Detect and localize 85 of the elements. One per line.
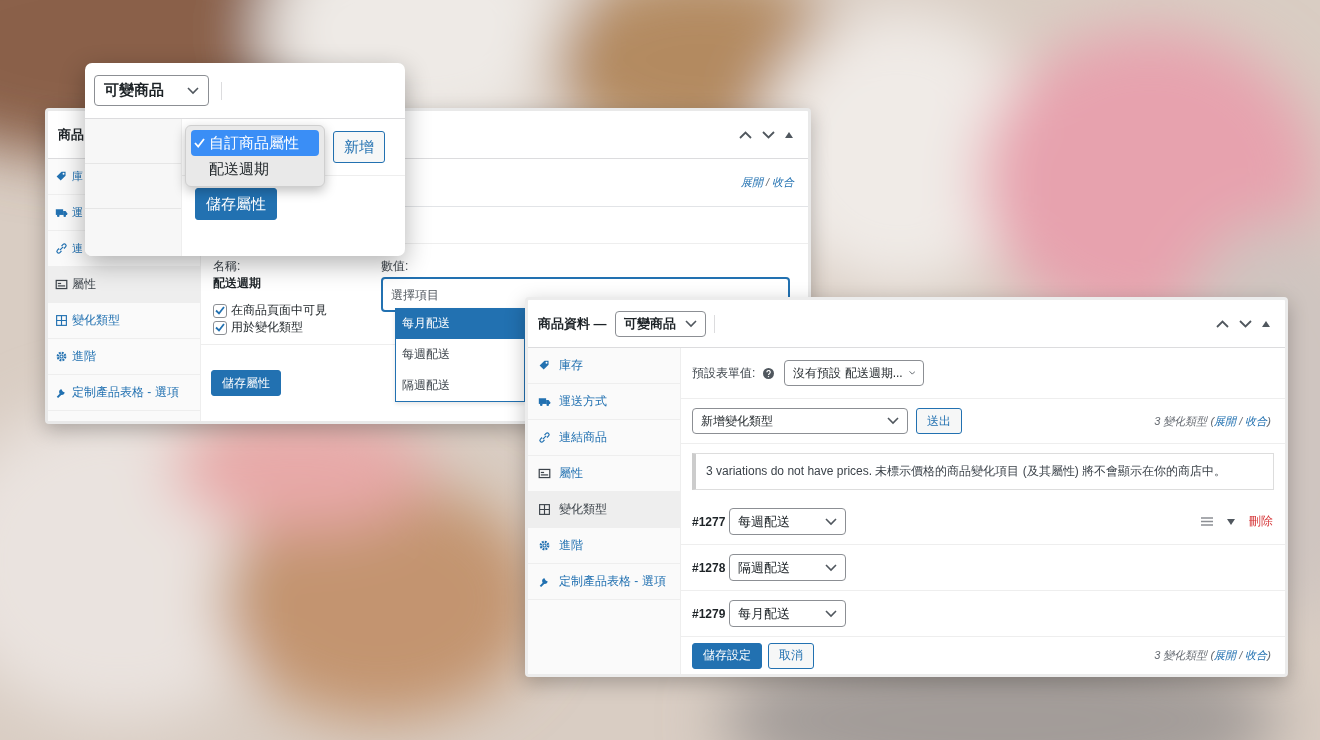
- chevron-down-icon: [762, 130, 775, 139]
- notice-message: 3 variations do not have prices. 未標示價格的商品變化項目 (及其屬性) 將不會顯示在你的商店中。: [692, 453, 1274, 490]
- variation-select[interactable]: 每月配送: [729, 600, 847, 627]
- list-card-icon: [538, 467, 551, 480]
- expand-collapse-text: 展開 / 收合: [740, 175, 794, 190]
- chevron-down-icon: [825, 517, 838, 526]
- gear-icon: [55, 350, 68, 363]
- sidebar-tab[interactable]: 定制產品表格 - 選項: [48, 375, 200, 411]
- default-value-select[interactable]: 沒有預設 配送週期...: [784, 360, 925, 386]
- sidebar-tab[interactable]: 進階: [48, 339, 200, 375]
- triangle-down-icon: [1227, 518, 1235, 525]
- triangle-up-icon: [1262, 320, 1270, 327]
- drag-handle-icon: [1201, 517, 1213, 526]
- move-down-button[interactable]: [759, 128, 778, 141]
- truck-icon: [538, 395, 551, 408]
- wrench-icon: [55, 386, 68, 399]
- submit-button[interactable]: 送出: [916, 408, 962, 434]
- collapse-link[interactable]: 收合: [772, 176, 794, 188]
- cancel-button[interactable]: 取消: [768, 642, 814, 669]
- expand-link[interactable]: 展開: [1214, 649, 1237, 661]
- chevron-down-icon: [825, 563, 838, 572]
- checkmark-icon: [194, 138, 205, 148]
- sidebar-tab[interactable]: 定制產品表格 - 選項: [528, 564, 680, 600]
- field-label: 數值:: [381, 258, 410, 275]
- list-card-icon: [55, 278, 68, 291]
- checkbox-label: 在商品頁面中可見: [231, 302, 327, 319]
- checkbox[interactable]: [213, 320, 227, 335]
- expand-link[interactable]: 展開: [1214, 414, 1237, 427]
- link-icon: [538, 431, 551, 444]
- tag-icon: [55, 170, 68, 183]
- product-type-select[interactable]: 可變商品: [94, 75, 209, 106]
- save-attributes-button[interactable]: 儲存屬性: [195, 188, 277, 220]
- dropdown-option[interactable]: 隔週配送: [396, 370, 524, 401]
- delete-link[interactable]: 刪除: [1249, 513, 1273, 530]
- tag-icon: [538, 359, 551, 372]
- chevron-up-icon: [739, 130, 752, 139]
- gear-icon: [538, 539, 551, 552]
- variation-count: 3 變化類型 (展開 / 收合): [1154, 648, 1271, 663]
- variation-id: #1278: [692, 560, 726, 575]
- sidebar-tab[interactable]: 屬性: [48, 267, 200, 303]
- chevron-down-icon: [187, 86, 199, 95]
- add-variation-select[interactable]: 新增變化類型: [692, 408, 908, 434]
- collapse-link[interactable]: 收合: [1245, 414, 1268, 427]
- chevron-down-icon: [825, 609, 838, 618]
- sidebar-tab[interactable]: 連結商品: [528, 420, 680, 456]
- sidebar-tab[interactable]: 變化類型: [48, 303, 200, 339]
- save-button[interactable]: 儲存設定: [692, 642, 762, 669]
- chevron-down-icon: [1239, 319, 1252, 328]
- product-type-select[interactable]: 可變商品: [614, 310, 706, 337]
- checkbox-label: 用於變化類型: [231, 319, 303, 336]
- truck-icon: [55, 206, 68, 219]
- variation-id: #1279: [692, 606, 726, 621]
- chevron-down-icon: [887, 417, 899, 425]
- triangle-up-icon: [785, 131, 793, 138]
- move-down-button[interactable]: [1236, 317, 1255, 330]
- collapse-link[interactable]: 收合: [1245, 649, 1268, 661]
- sidebar-tab[interactable]: 變化類型: [528, 492, 680, 528]
- variation-id: #1277: [692, 514, 726, 529]
- chevron-up-icon: [1216, 319, 1229, 328]
- variation-select[interactable]: 隔週配送: [729, 554, 847, 581]
- field-label: 預設表單值:: [692, 364, 756, 382]
- menu-option[interactable]: 配送週期: [191, 156, 319, 182]
- panel-title: 商品: [58, 125, 84, 144]
- variation-select[interactable]: 每週配送: [729, 508, 847, 535]
- dropdown-option[interactable]: 每月配送: [396, 308, 524, 339]
- attribute-name: 配送週期: [213, 275, 262, 292]
- field-label: 名稱:: [213, 258, 242, 275]
- link-icon: [55, 242, 68, 255]
- chevron-down-icon: [684, 319, 697, 328]
- panel-title: 商品資料 —: [538, 314, 607, 333]
- checkbox[interactable]: [213, 303, 227, 318]
- sidebar-tab[interactable]: 進階: [528, 528, 680, 564]
- wrench-icon: [538, 575, 551, 588]
- dropdown-option[interactable]: 每週配送: [396, 339, 524, 370]
- sidebar-tab[interactable]: 運送方式: [528, 384, 680, 420]
- chevron-down-icon: [908, 369, 916, 377]
- expand-link[interactable]: 展開: [740, 176, 763, 188]
- sidebar-tab[interactable]: 庫存: [528, 348, 680, 384]
- help-icon: [763, 367, 775, 379]
- grid-icon: [538, 503, 551, 516]
- menu-option[interactable]: 自訂商品屬性: [191, 130, 319, 156]
- save-attributes-button[interactable]: 儲存屬性: [211, 370, 281, 396]
- add-button[interactable]: 新增: [333, 131, 385, 163]
- variation-count: 3 變化類型 (展開 / 收合): [1154, 413, 1271, 429]
- grid-icon: [55, 314, 68, 327]
